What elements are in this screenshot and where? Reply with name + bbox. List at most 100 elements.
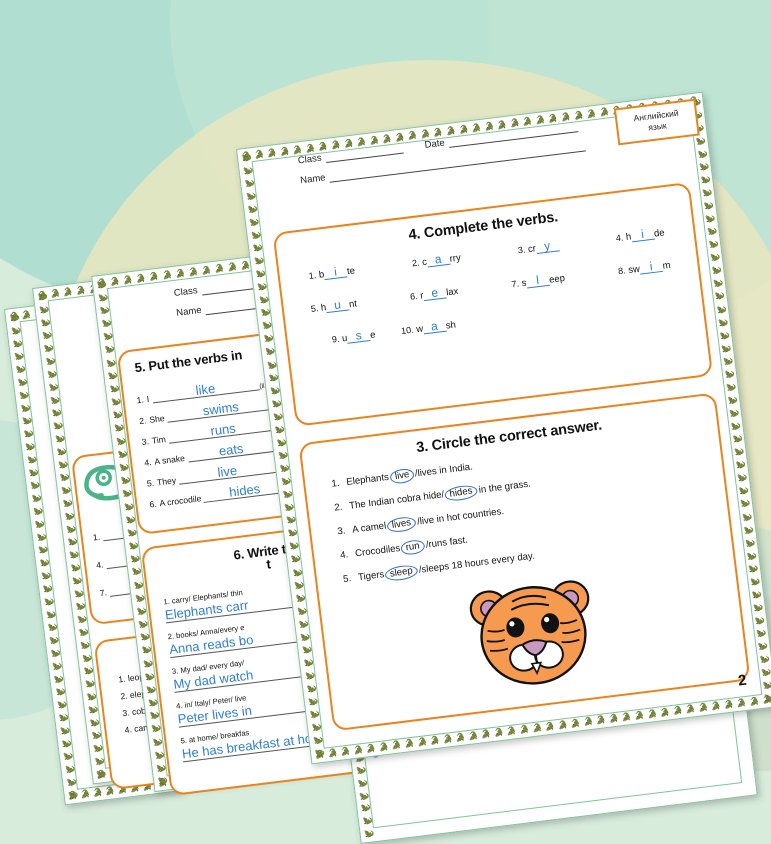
circled-answer[interactable]: run <box>400 538 426 557</box>
circled-answer[interactable]: lives <box>386 515 418 534</box>
crocodile-icon: 🐊 <box>582 716 594 727</box>
crocodile-icon: 🐊 <box>505 725 517 736</box>
verb-item-4[interactable]: 4. h i de <box>615 226 665 244</box>
crocodile-icon: 🐊 <box>26 453 37 465</box>
crocodile-icon: 🐊 <box>40 569 51 581</box>
verb-suffix: lax <box>445 285 460 299</box>
crocodile-icon: 🐊 <box>187 266 199 277</box>
crocodile-icon: 🐊 <box>76 613 87 625</box>
crocodile-icon: 🐊 <box>749 576 760 588</box>
crocodile-icon: 🐊 <box>467 730 479 741</box>
class-input-line[interactable] <box>324 143 404 164</box>
task-box-3[interactable]: 3. Circle the correct answer. 1. Elephan… <box>298 392 751 732</box>
crocodile-icon: 🐊 <box>283 501 295 513</box>
crocodile-icon: 🐊 <box>28 466 39 478</box>
verb-blank-answer[interactable]: s <box>346 328 371 344</box>
task-box-4[interactable]: 4. Complete the verbs. 1. b i te 2. c a rry … <box>272 181 714 427</box>
crocodile-icon: 🐊 <box>45 608 56 620</box>
item-number: 5. <box>146 477 155 489</box>
verb-blank-answer[interactable]: e <box>422 285 447 302</box>
crocodile-icon: 🐊 <box>272 411 283 423</box>
crocodile-icon: 🐊 <box>381 133 393 144</box>
item-subject: A snake <box>153 452 186 467</box>
crocodile-icon: 🐊 <box>137 618 149 630</box>
circled-answer[interactable]: sleep <box>384 563 420 583</box>
crocodile-icon: 🐊 <box>684 703 696 714</box>
crocodile-icon: 🐊 <box>390 739 402 750</box>
crocodile-icon: 🐊 <box>365 742 377 754</box>
crocodile-icon: 🐊 <box>67 790 79 801</box>
crocodile-icon: 🐊 <box>279 462 290 474</box>
circled-answer[interactable]: hides <box>444 483 479 503</box>
verb-item-7[interactable]: 7. s l eep <box>511 272 566 290</box>
crocodile-icon: 🐊 <box>136 605 147 617</box>
circled-answer[interactable]: live <box>388 467 416 485</box>
crocodile-icon: 🐊 <box>733 446 744 458</box>
verb-item-9[interactable]: 9. use <box>331 328 376 345</box>
crocodile-icon: 🐊 <box>123 501 134 513</box>
answer-eats[interactable]: eats <box>186 437 276 463</box>
crocodile-icon: 🐊 <box>23 428 34 440</box>
crocodile-icon: 🐊 <box>128 540 139 552</box>
crocodile-icon: 🐊 <box>282 488 293 500</box>
crocodile-icon: 🐊 <box>761 694 771 705</box>
crocodile-icon: 🐊 <box>279 145 291 157</box>
item-number: 1. <box>117 673 127 685</box>
crocodile-icon: 🐊 <box>706 226 717 238</box>
item-subject: She <box>148 413 166 425</box>
crocodile-icon: 🐊 <box>633 709 645 721</box>
crocodile-icon: 🐊 <box>298 618 309 630</box>
crocodile-icon: 🐊 <box>62 497 73 509</box>
crocodile-icon: 🐊 <box>730 420 741 432</box>
verb-blank-answer[interactable]: a <box>426 252 451 268</box>
crocodile-icon: 🐊 <box>67 536 78 548</box>
crocodile-icon: 🐊 <box>759 654 770 666</box>
verb-blank-answer[interactable]: i <box>323 265 348 281</box>
crocodile-icon: 🐊 <box>79 788 91 799</box>
worksheet-sheet-main[interactable]: 🐊 🐊 🐊 🐊 🐊 🐊 🐊 🐊 🐊 🐊 🐊 🐊 🐊 🐊 🐊 🐊 🐊 🐊 🐊 🐊 🐊 🐊 🐊 🐊 🐊 🐊 🐊 🐊 🐊 🐊 🐊 🐊 🐊 🐊 🐊 🐊 🐊 🐊 🐊… <box>235 91 771 765</box>
crocodile-icon: 🐊 <box>700 174 711 186</box>
answer-hides[interactable]: hides <box>202 478 288 503</box>
crocodile-icon: 🐊 <box>105 357 116 369</box>
item-number: 6. <box>148 498 158 510</box>
crocodile-icon: 🐊 <box>483 120 495 132</box>
crocodile-icon: 🐊 <box>711 265 722 277</box>
item-number: 3. <box>141 436 150 447</box>
verb-item-3[interactable]: 3. cr y <box>517 238 560 256</box>
crocodile-icon: 🐊 <box>62 286 74 297</box>
item-number: 1. <box>136 394 145 406</box>
date-label: Date <box>424 137 446 151</box>
crocodile-icon: 🐊 <box>378 741 390 752</box>
item-number: 3. <box>171 666 179 677</box>
crocodile-icon: 🐊 <box>296 605 307 617</box>
verb-blank-answer[interactable]: a <box>422 319 447 335</box>
crocodile-icon: 🐊 <box>48 634 59 646</box>
item-number: 7. <box>99 587 108 599</box>
crocodile-icon: 🐊 <box>312 735 323 747</box>
crocodile-icon: 🐊 <box>129 553 141 565</box>
verb-item-1[interactable]: 1. b i te <box>308 264 355 282</box>
crocodile-icon: 🐊 <box>149 710 160 722</box>
verb-blank-answer[interactable]: l <box>525 273 550 289</box>
crocodile-icon: 🐊 <box>717 317 728 329</box>
crocodile-icon: 🐊 <box>247 203 258 215</box>
crocodile-icon: 🐊 <box>142 658 153 669</box>
verb-blank-answer[interactable]: i <box>630 227 655 243</box>
crocodile-icon: 🐊 <box>62 750 74 762</box>
crocodile-icon: 🐊 <box>37 290 48 302</box>
verb-item-10[interactable]: 10. w a sh <box>400 319 457 338</box>
verb-item-8[interactable]: 8. sw i m <box>617 259 672 277</box>
crocodile-icon: 🐊 <box>75 285 87 296</box>
crocodile-icon: 🐊 <box>68 548 79 560</box>
crocodile-icon: 🐊 <box>46 368 57 380</box>
verb-item-5[interactable]: 5. h u nt <box>310 297 357 315</box>
crocodile-icon: 🐊 <box>94 755 105 767</box>
crocodile-icon: 🐊 <box>10 324 21 336</box>
verb-blank-answer[interactable]: i <box>639 259 664 275</box>
verb-blank-answer[interactable]: u <box>325 297 350 314</box>
verb-item-2[interactable]: 2. c a rry <box>411 251 461 269</box>
crocodile-icon: 🐊 <box>51 407 62 419</box>
crocodile-icon: 🐊 <box>751 589 762 601</box>
verb-item-6[interactable]: 6. r e lax <box>409 285 459 303</box>
verb-blank-answer[interactable]: y <box>535 238 560 255</box>
